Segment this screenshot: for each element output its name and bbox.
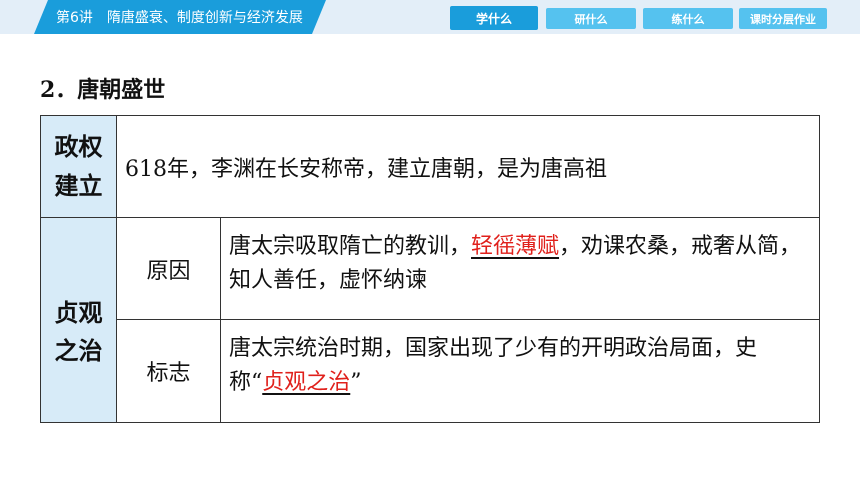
category-cell-regime: 政权 建立 <box>41 116 117 218</box>
nav-button-homework[interactable]: 课时分层作业 <box>739 8 827 29</box>
lesson-title-tab: 第6讲 隋唐盛衰、制度创新与经济发展 <box>34 0 326 34</box>
category-line: 政权 <box>54 133 103 162</box>
sign-text: 唐太宗统治时期，国家出现了少有的开明政治局面，史称“贞观之治” <box>221 320 819 422</box>
sub-label-reason: 原因 <box>117 218 221 320</box>
sign-highlight: 贞观之治 <box>262 370 351 396</box>
section-title: 2．唐朝盛世 <box>40 77 166 103</box>
tang-dynasty-table: 政权 建立 618年，李渊在长安称帝，建立唐朝，是为唐高祖 贞观 之治 原因 唐… <box>40 115 820 423</box>
top-bar: 第6讲 隋唐盛衰、制度创新与经济发展 学什么 研什么 练什么 课时分层作业 <box>0 0 860 36</box>
category-line: 建立 <box>54 171 103 200</box>
reason-text-before: 唐太宗吸取隋亡的教训， <box>229 234 472 259</box>
reason-text: 唐太宗吸取隋亡的教训，轻徭薄赋，劝课农桑，戒奢从简，知人善任，虚怀纳谏 <box>221 218 819 320</box>
lesson-number: 第6讲 <box>56 10 93 26</box>
reason-highlight: 轻徭薄赋 <box>471 234 560 259</box>
sub-label-sign: 标志 <box>117 320 221 422</box>
sign-text-after: ” <box>350 370 362 396</box>
lesson-title: 隋唐盛衰、制度创新与经济发展 <box>106 10 303 26</box>
category-line: 之治 <box>54 337 103 365</box>
category-line: 贞观 <box>54 298 103 327</box>
nav-button-learn[interactable]: 学什么 <box>450 6 538 30</box>
nav-button-research[interactable]: 研什么 <box>546 8 636 29</box>
nav-button-practice[interactable]: 练什么 <box>643 8 733 29</box>
content-cell-regime: 618年，李渊在长安称帝，建立唐朝，是为唐高祖 <box>117 116 819 218</box>
category-cell-zhenguan: 贞观 之治 <box>41 218 117 422</box>
